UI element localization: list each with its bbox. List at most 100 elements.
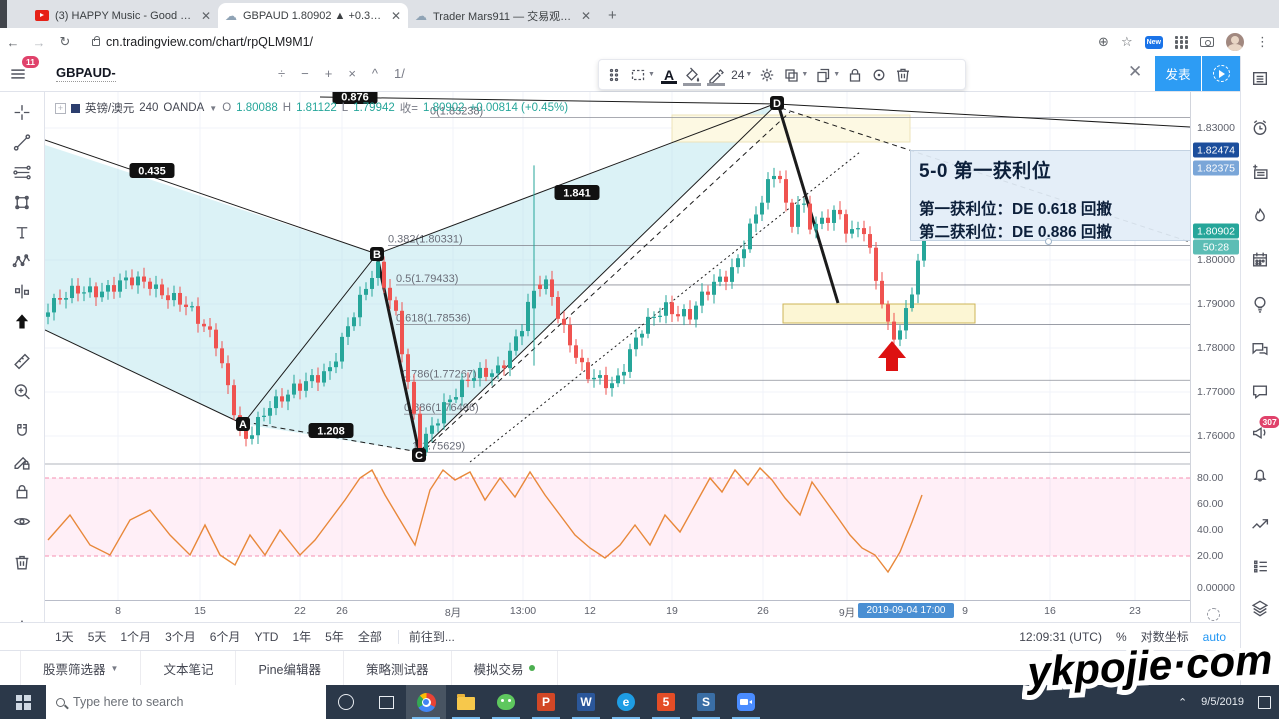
task-view-button[interactable] xyxy=(366,685,406,719)
panel-tab-文本笔记[interactable]: 文本笔记 xyxy=(141,651,236,685)
taskbar-app-word[interactable]: W xyxy=(566,685,606,719)
range-button-全部[interactable]: 全部 xyxy=(358,628,382,645)
notification-center-icon[interactable] xyxy=(1258,696,1271,709)
ideas-bulb-icon[interactable] xyxy=(1251,295,1270,319)
tab-close-icon[interactable]: ✕ xyxy=(391,9,401,23)
panel-tab-股票筛选器[interactable]: 股票筛选器▼ xyxy=(20,651,141,685)
target-icon[interactable] xyxy=(868,66,890,84)
taskbar-app-wechat[interactable] xyxy=(486,685,526,719)
replay-button[interactable] xyxy=(1202,56,1240,91)
taskbar-app-powerpoint[interactable]: P xyxy=(526,685,566,719)
taskbar-search-box[interactable]: Type here to search xyxy=(46,685,326,719)
xabcd-pattern-icon[interactable] xyxy=(13,252,32,276)
trash-icon[interactable] xyxy=(13,553,32,577)
zoom-page-icon[interactable]: ⊕ xyxy=(1098,34,1109,50)
dom-panel-icon[interactable] xyxy=(1251,557,1270,581)
range-button-3个月[interactable]: 3个月 xyxy=(165,628,196,645)
fib-retracement-icon[interactable] xyxy=(13,163,32,187)
url-text[interactable]: cn.tradingview.com/chart/rpQLM9M1/ xyxy=(106,35,313,49)
trade-panel-icon[interactable] xyxy=(1251,515,1270,539)
legend-interval[interactable]: 240 xyxy=(139,102,158,114)
range-button-5年[interactable]: 5年 xyxy=(325,628,344,645)
new-tab-button[interactable]: + xyxy=(608,7,617,24)
alerts-bell-icon[interactable] xyxy=(1251,464,1270,488)
compare-op-−[interactable]: − xyxy=(301,66,309,81)
hotlist-flame-icon[interactable] xyxy=(1251,206,1270,230)
rectangle-icon[interactable] xyxy=(13,193,32,217)
text-icon[interactable] xyxy=(13,223,32,247)
taskbar-app-zoom-app[interactable] xyxy=(726,685,766,719)
news-icon[interactable] xyxy=(1251,162,1270,186)
camera-extension-icon[interactable] xyxy=(1200,37,1214,47)
apps-grid-icon[interactable] xyxy=(1175,36,1188,49)
axis-reset-icon[interactable] xyxy=(1207,608,1220,621)
gear-icon[interactable] xyxy=(756,66,778,84)
range-button-1年[interactable]: 1年 xyxy=(292,628,311,645)
auto-scale-button[interactable]: auto xyxy=(1203,630,1226,644)
reload-icon[interactable]: ↻ xyxy=(52,34,78,50)
watchlist-icon[interactable] xyxy=(1251,69,1270,93)
taskbar-app-chrome[interactable] xyxy=(406,685,446,719)
calendar-icon[interactable] xyxy=(1251,250,1270,274)
chevron-down-icon[interactable]: ▼ xyxy=(209,104,217,113)
percent-scale-button[interactable]: % xyxy=(1116,630,1127,644)
font-size-dropdown[interactable]: 24▼ xyxy=(729,68,754,82)
notifications-stream-icon[interactable]: 307 xyxy=(1251,423,1270,447)
range-button-5天[interactable]: 5天 xyxy=(88,628,107,645)
lock-icon[interactable] xyxy=(13,482,32,506)
start-button[interactable] xyxy=(0,685,46,719)
bookmark-star-icon[interactable]: ☆ xyxy=(1121,34,1133,50)
legend-symbol[interactable]: 英镑/澳元 xyxy=(85,100,134,116)
trade-note-annotation[interactable]: 5-0 第一获利位 第一获利位：DE 0.618 回撤 第二获利位：DE 0.8… xyxy=(910,150,1191,241)
compare-op-×[interactable]: × xyxy=(348,66,356,81)
taskbar-app-html5[interactable]: 5 xyxy=(646,685,686,719)
range-button-1天[interactable]: 1天 xyxy=(55,628,74,645)
symbol-search-input[interactable]: GBPAUD- xyxy=(56,65,116,82)
tray-expand-icon[interactable]: ⌃ xyxy=(1178,696,1187,709)
alerts-clock-icon[interactable] xyxy=(1251,118,1270,142)
grip-icon[interactable] xyxy=(603,66,625,84)
legend-exchange[interactable]: OANDA xyxy=(163,102,204,114)
main-menu-button[interactable] xyxy=(8,64,28,89)
public-chat-icon[interactable] xyxy=(1251,340,1270,364)
back-icon[interactable]: ← xyxy=(0,35,26,50)
marker-icon[interactable] xyxy=(705,66,727,84)
taskbar-app-sublime[interactable]: S xyxy=(686,685,726,719)
trend-line-icon[interactable] xyxy=(13,133,32,157)
text-color-button[interactable]: A xyxy=(659,68,679,82)
range-button-6个月[interactable]: 6个月 xyxy=(210,628,241,645)
magnet-icon[interactable] xyxy=(13,422,32,446)
panel-tab-策略测试器[interactable]: 策略测试器 xyxy=(344,651,452,685)
zoom-in-icon[interactable] xyxy=(13,382,32,406)
time-axis[interactable]: 2019-09-04 17:00 81522268月13:001219269月9… xyxy=(45,600,1190,622)
bucket-icon[interactable] xyxy=(681,66,703,84)
crosshair-icon[interactable] xyxy=(13,103,32,127)
draw-lock-icon[interactable] xyxy=(13,452,32,476)
compare-op-^[interactable]: ^ xyxy=(372,66,378,81)
browser-tab-trader-profile[interactable]: ☁ Trader Mars911 — 交易观点与绩 ✕ xyxy=(408,3,598,28)
range-button-1个月[interactable]: 1个月 xyxy=(120,628,151,645)
chart-area[interactable]: 0(1.83238)0.382(1.80331)0.5(1.79433)0.61… xyxy=(45,92,1190,600)
tab-close-icon[interactable]: ✕ xyxy=(201,9,211,23)
taskbar-app-edge[interactable]: e xyxy=(606,685,646,719)
lock-icon[interactable] xyxy=(844,66,866,84)
https-lock-icon[interactable] xyxy=(92,39,100,46)
dotted-rect-icon[interactable]: ▼ xyxy=(627,66,657,84)
taskbar-date[interactable]: 9/5/2019 xyxy=(1201,696,1244,708)
compare-op-+[interactable]: + xyxy=(325,66,333,81)
series-swatch[interactable] xyxy=(71,104,80,113)
add-symbol-icon[interactable]: + xyxy=(55,103,66,114)
trash-icon[interactable] xyxy=(892,66,914,84)
browser-menu-icon[interactable]: ⋮ xyxy=(1256,34,1269,50)
copy-icon[interactable]: ▼ xyxy=(812,66,842,84)
private-chat-icon[interactable] xyxy=(1251,382,1270,406)
forward-icon[interactable]: → xyxy=(26,35,52,50)
cortana-button[interactable] xyxy=(326,685,366,719)
compare-op-1/[interactable]: 1/ xyxy=(394,66,405,81)
price-axis[interactable]: 1.830001.800001.790001.780001.770001.760… xyxy=(1190,92,1240,622)
browser-tab-youtube[interactable]: (3) HAPPY Music - Good Mornin ✕ xyxy=(28,3,218,28)
close-toolbar-icon[interactable]: ✕ xyxy=(1128,62,1142,82)
forecast-icon[interactable] xyxy=(13,282,32,306)
ruler-icon[interactable] xyxy=(13,352,32,376)
arrow-up-icon[interactable] xyxy=(13,312,32,336)
